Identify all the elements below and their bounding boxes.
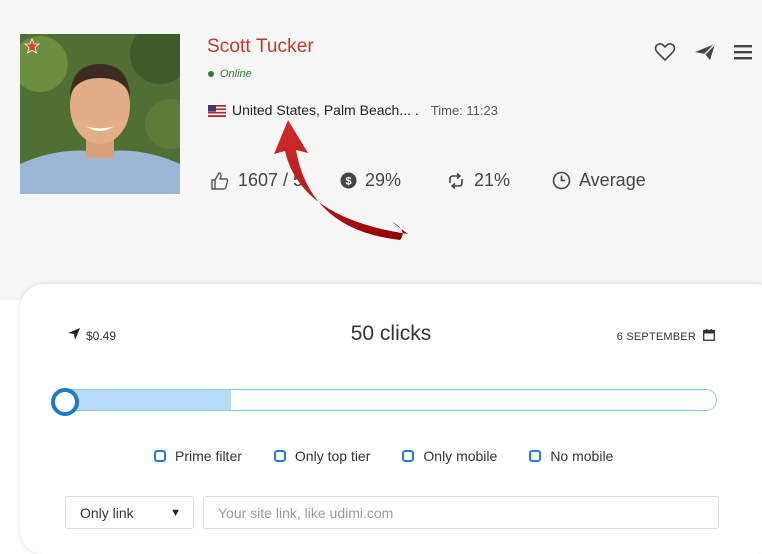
caret-down-icon[interactable]: ▼: [170, 507, 181, 519]
no-mobile-checkbox[interactable]: [529, 450, 542, 462]
speed-value: Average: [579, 170, 646, 190]
location-row: United States, Palm Beach... . Time: 11:…: [208, 102, 498, 118]
filter-no-mobile[interactable]: No mobile: [529, 448, 613, 464]
send-icon[interactable]: [694, 43, 716, 66]
only-mobile-checkbox[interactable]: [402, 450, 415, 462]
online-dot-icon: [208, 71, 214, 77]
repeat-icon: [446, 172, 466, 189]
slider-fill: [61, 390, 232, 410]
date-label: 6 SEPTEMBER: [616, 330, 696, 343]
menu-icon[interactable]: [734, 44, 752, 65]
thumbs-up-icon: [210, 171, 230, 191]
money-stat: $ 29%: [340, 170, 446, 191]
top-tier-checkbox[interactable]: [273, 450, 286, 462]
slider-handle[interactable]: [51, 388, 79, 416]
dollar-icon: $: [340, 172, 357, 189]
header-actions: [654, 42, 752, 67]
filter-prime[interactable]: Prime filter: [154, 448, 242, 464]
link-type-value: Only link: [80, 504, 134, 521]
link-type-select[interactable]: Only link ▼: [65, 496, 194, 529]
location-text: United States, Palm Beach... .: [232, 102, 419, 118]
filter-label: Prime filter: [175, 448, 242, 464]
profile-name[interactable]: Scott Tucker: [207, 36, 314, 58]
likes-stat: 1607 / 5: [210, 170, 340, 191]
filter-only-mobile[interactable]: Only mobile: [402, 448, 497, 464]
status-label: Online: [220, 68, 252, 80]
svg-text:$: $: [345, 176, 351, 188]
clock-icon: [552, 171, 571, 190]
avatar: [20, 34, 180, 194]
calendar-icon[interactable]: [703, 329, 715, 344]
speed-stat: Average: [552, 170, 646, 191]
local-time: Time: 11:23: [430, 102, 498, 118]
repeat-stat: 21%: [446, 170, 552, 191]
site-link-input[interactable]: [203, 496, 719, 529]
filter-options: Prime filter Only top tier Only mobile N…: [154, 448, 613, 464]
clicks-slider[interactable]: [60, 389, 717, 411]
stats-row: 1607 / 5 $ 29% 21% Average: [210, 170, 646, 191]
filter-label: No mobile: [550, 448, 614, 464]
heart-icon[interactable]: [654, 42, 676, 67]
filter-top-tier[interactable]: Only top tier: [273, 448, 371, 464]
star-icon: [23, 37, 41, 54]
us-flag-icon: [208, 104, 226, 117]
online-status: Online: [208, 68, 252, 80]
likes-value: 1607 / 5: [238, 170, 304, 190]
prime-filter-checkbox[interactable]: [154, 450, 166, 462]
repeat-value: 21%: [474, 170, 511, 190]
money-value: 29%: [365, 170, 402, 190]
filter-label: Only mobile: [423, 448, 498, 464]
filter-label: Only top tier: [294, 448, 371, 464]
order-date[interactable]: 6 SEPTEMBER: [617, 329, 715, 344]
